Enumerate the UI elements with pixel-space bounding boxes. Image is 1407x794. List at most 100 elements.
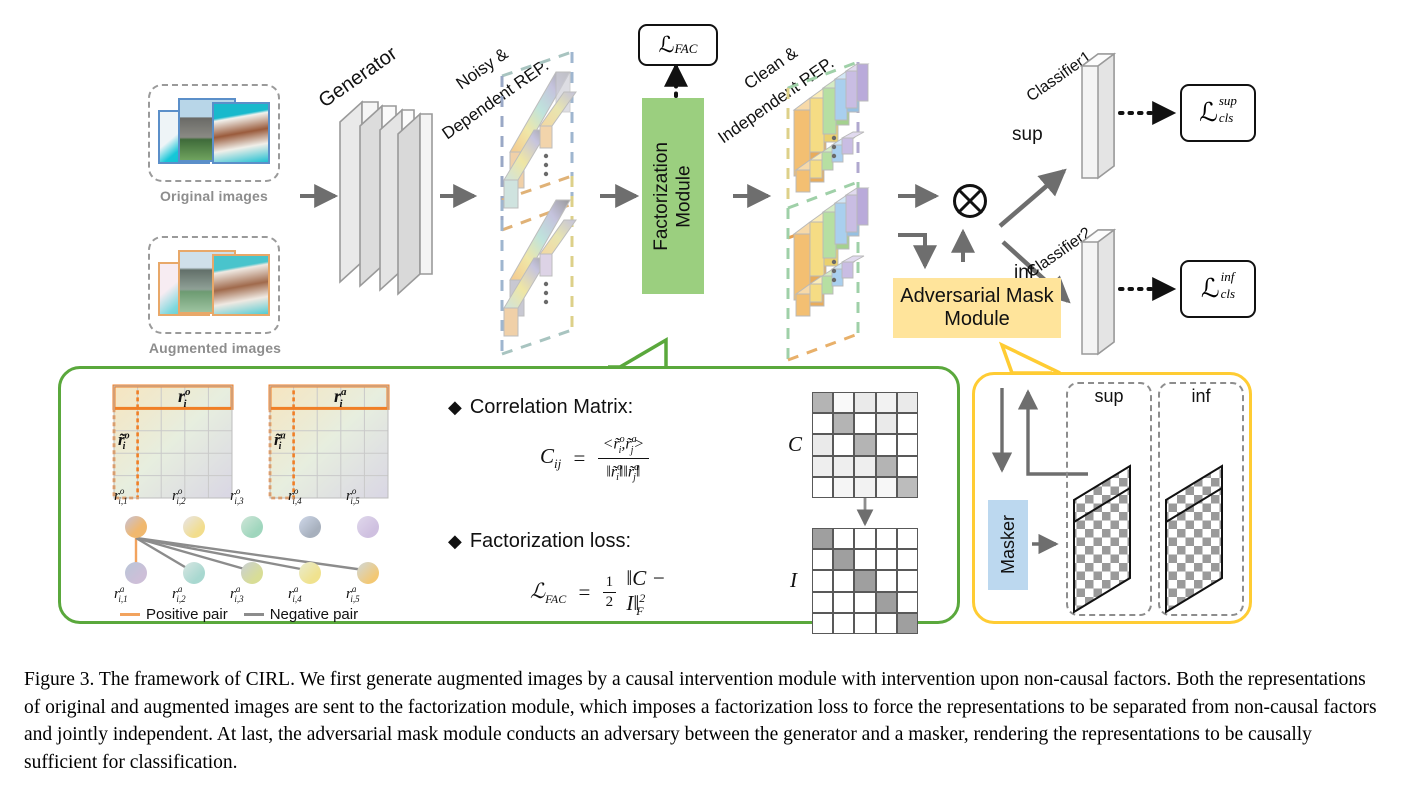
factorization-module-line2: Module bbox=[673, 164, 694, 228]
mask-group-inf-label: inf bbox=[1191, 386, 1211, 406]
matrix-c-cell-4-0 bbox=[812, 476, 834, 498]
node-bottom-2 bbox=[183, 562, 205, 584]
matrix-i-cell-0-0 bbox=[812, 528, 834, 550]
matrix-c-cell-3-4 bbox=[896, 455, 918, 477]
node-top-5 bbox=[357, 516, 379, 538]
loss-cls-sup-subscript: cls bbox=[1218, 110, 1234, 125]
factorization-module-line1: Factorization bbox=[650, 141, 672, 251]
augmented-images-group bbox=[148, 236, 280, 334]
matrix-i-cell-0-2 bbox=[854, 528, 876, 550]
node-top-1 bbox=[125, 516, 147, 538]
loss-fac-symbol: ℒ bbox=[658, 32, 675, 57]
matrix-i-cell-3-4 bbox=[896, 591, 918, 613]
matrix-i-cell-1-1 bbox=[833, 549, 855, 571]
legend-label-negative: Negative pair bbox=[269, 606, 359, 623]
loss-cls-sup-box: ℒ sup cls bbox=[1180, 84, 1256, 142]
loss-cls-inf-subscript: cls bbox=[1220, 286, 1236, 301]
matrix-i-cell-0-3 bbox=[875, 528, 897, 550]
matrix-i-cell-4-1 bbox=[833, 612, 855, 634]
matrix-i-cell-2-2 bbox=[854, 570, 876, 592]
node-row-bottom bbox=[110, 558, 418, 584]
grid-tag-rtilde-i-o: r̃oi bbox=[118, 430, 130, 453]
masker-label: Masker bbox=[997, 515, 1018, 575]
bullet-correlation-matrix: ◆ Correlation Matrix: bbox=[448, 396, 633, 419]
matrix-c-cell-1-1 bbox=[833, 413, 855, 435]
formula-correlation-matrix: Cij = <r̃oi,r̃aj> ‖r̃oi‖‖r̃aj‖ bbox=[540, 434, 650, 483]
legend-swatch-negative bbox=[243, 613, 264, 616]
loss-fac-box: ℒ FAC bbox=[638, 24, 718, 66]
matrix-c-cell-4-4 bbox=[896, 476, 918, 498]
thumbnail-dog-augmented bbox=[212, 254, 270, 316]
figure-framework-diagram: Original images Augmented images Generat… bbox=[0, 0, 1407, 660]
node-bottom-1 bbox=[125, 562, 147, 584]
grid-tag-r-i-o: roi bbox=[178, 386, 191, 410]
legend-label-positive: Positive pair bbox=[146, 606, 228, 623]
node-label-top-5: roi,5 bbox=[346, 486, 360, 506]
matrix-i-cell-0-4 bbox=[896, 528, 918, 550]
matrix-i-cell-3-1 bbox=[833, 591, 855, 613]
matrix-c-cell-4-1 bbox=[833, 476, 855, 498]
node-label-top-2: roi,2 bbox=[172, 486, 186, 506]
matrix-i-cell-2-1 bbox=[833, 570, 855, 592]
node-top-3 bbox=[241, 516, 263, 538]
matrix-i bbox=[812, 528, 918, 634]
matrix-i-cell-1-4 bbox=[896, 549, 918, 571]
representation-grids bbox=[112, 384, 390, 500]
matrix-c-cell-4-2 bbox=[854, 476, 876, 498]
matrix-c-cell-2-1 bbox=[833, 434, 855, 456]
classifier1-block bbox=[1079, 52, 1117, 180]
tensor-product-icon bbox=[953, 184, 987, 218]
node-row-top bbox=[110, 512, 418, 538]
classifier2-block bbox=[1079, 228, 1117, 356]
matrix-c bbox=[812, 392, 918, 498]
node-top-2 bbox=[183, 516, 205, 538]
node-label-bottom-3: rai,3 bbox=[230, 584, 244, 604]
loss-fac-subscript: FAC bbox=[674, 41, 698, 56]
augmented-images-label: Augmented images bbox=[148, 340, 282, 356]
loss-cls-sup-symbol: ℒ bbox=[1199, 98, 1218, 127]
node-label-top-3: roi,3 bbox=[230, 486, 244, 506]
matrix-c-cell-2-4 bbox=[896, 434, 918, 456]
legend-swatch-positive bbox=[120, 613, 140, 616]
matrix-i-label: I bbox=[790, 568, 797, 592]
matrix-i-cell-2-3 bbox=[875, 570, 897, 592]
matrix-i-cell-2-4 bbox=[896, 570, 918, 592]
masker-block[interactable]: Masker bbox=[988, 500, 1028, 590]
node-label-top-4: roi,4 bbox=[288, 486, 302, 506]
branch-label-sup: sup bbox=[1012, 124, 1043, 145]
matrix-i-cell-3-0 bbox=[812, 591, 834, 613]
matrix-i-cell-4-2 bbox=[854, 612, 876, 634]
matrix-i-cell-1-0 bbox=[812, 549, 834, 571]
clean-representation-stack bbox=[786, 60, 870, 362]
mask-group-sup-label: sup bbox=[1094, 386, 1124, 406]
loss-cls-inf-box: ℒ inf cls bbox=[1180, 260, 1256, 318]
matrix-c-cell-3-0 bbox=[812, 455, 834, 477]
generator-stack bbox=[339, 100, 433, 296]
matrix-c-cell-3-2 bbox=[854, 455, 876, 477]
matrix-i-cell-3-3 bbox=[875, 591, 897, 613]
matrix-c-cell-0-4 bbox=[896, 392, 918, 414]
diamond-bullet-icon-2: ◆ bbox=[448, 531, 462, 551]
matrix-c-cell-2-2 bbox=[854, 434, 876, 456]
original-images-group bbox=[148, 84, 280, 182]
matrix-c-cell-0-1 bbox=[833, 392, 855, 414]
node-bottom-4 bbox=[299, 562, 321, 584]
matrix-i-cell-3-2 bbox=[854, 591, 876, 613]
noisy-representation-stack bbox=[500, 50, 577, 356]
adversarial-mask-module[interactable]: Adversarial Mask Module bbox=[893, 278, 1061, 338]
matrix-c-cell-3-1 bbox=[833, 455, 855, 477]
matrix-c-cell-0-2 bbox=[854, 392, 876, 414]
adversarial-mask-line1: Adversarial Mask bbox=[900, 285, 1054, 307]
node-label-bottom-5: rai,5 bbox=[346, 584, 360, 604]
node-label-bottom-1: rai,1 bbox=[114, 584, 128, 604]
masker-output-arrow bbox=[1032, 533, 1059, 555]
diamond-bullet-icon: ◆ bbox=[448, 397, 462, 417]
loss-cls-inf-superscript: inf bbox=[1220, 269, 1235, 285]
matrix-c-cell-1-3 bbox=[875, 413, 897, 435]
grid-tag-rtilde-i-a: r̃ai bbox=[274, 430, 286, 453]
mask-planes-sup bbox=[1073, 464, 1131, 614]
factorization-module[interactable]: Factorization Module bbox=[642, 98, 704, 294]
loss-cls-inf-symbol: ℒ bbox=[1200, 274, 1220, 303]
matrix-c-cell-0-0 bbox=[812, 392, 834, 414]
matrix-i-cell-4-0 bbox=[812, 612, 834, 634]
